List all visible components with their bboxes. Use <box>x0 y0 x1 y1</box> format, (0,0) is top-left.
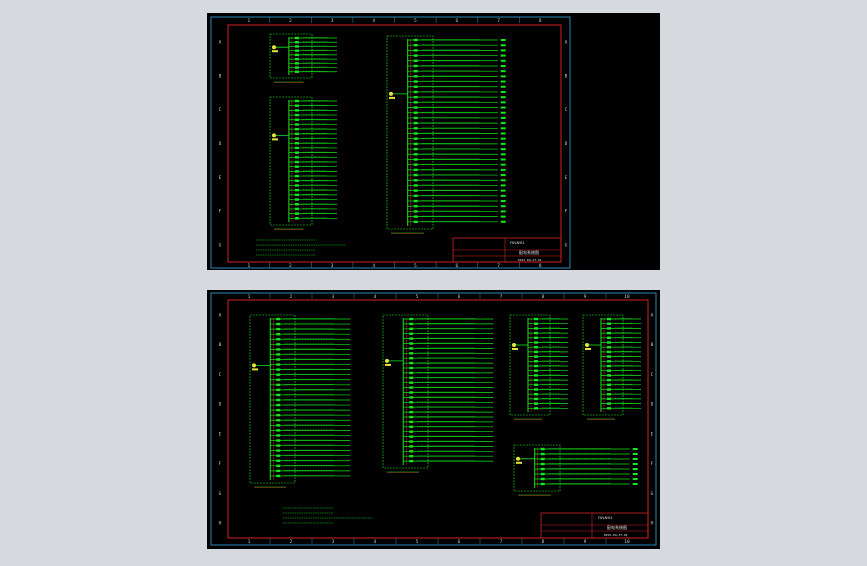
column-label: 2 <box>289 263 292 269</box>
column-label: 7 <box>497 263 500 269</box>
column-label: 5 <box>416 294 419 300</box>
row-label: E <box>219 431 222 437</box>
sheet-2-drawing-title: 配电系统图 <box>607 524 627 530</box>
row-label: D <box>219 141 222 147</box>
row-label: C <box>565 107 568 113</box>
sheet-1-company: FKVAHS1 <box>510 241 525 245</box>
column-label: 6 <box>456 18 459 24</box>
column-label: 9 <box>584 294 587 300</box>
column-label: 1 <box>248 539 251 545</box>
row-label: E <box>565 175 568 181</box>
row-label: G <box>651 491 654 497</box>
row-label: F <box>219 461 222 467</box>
sheet-1-drawing-number: DPZJ-DQ-XT-01 <box>518 258 542 262</box>
column-label: 1 <box>248 294 251 300</box>
column-label: 3 <box>331 18 334 24</box>
sheet-1-drawing-title: 配电系统图 <box>519 249 539 255</box>
row-label: B <box>651 342 654 348</box>
column-label: 5 <box>416 539 419 545</box>
row-label: B <box>219 73 222 79</box>
column-label: 2 <box>289 18 292 24</box>
row-label: F <box>651 461 654 467</box>
row-label: A <box>219 39 222 45</box>
column-label: 10 <box>624 294 630 300</box>
column-label: 5 <box>414 263 417 269</box>
column-label: 4 <box>374 539 377 545</box>
row-label: D <box>565 141 568 147</box>
column-label: 3 <box>332 539 335 545</box>
row-label: C <box>219 372 222 378</box>
row-label: C <box>651 372 654 378</box>
sheet-2-drawing-number: DPZJ-DQ-XT-02 <box>604 533 628 537</box>
column-label: 2 <box>290 294 293 300</box>
column-label: 7 <box>500 539 503 545</box>
column-label: 6 <box>456 263 459 269</box>
column-label: 1 <box>247 263 250 269</box>
row-label: G <box>219 243 222 249</box>
drawing-sheet-1: 1 2 3 4 5 6 7 8 1 2 3 4 5 6 7 8 A B C D E F G A B C D E F G FKVAHS… <box>207 13 660 270</box>
column-label: 10 <box>624 539 630 545</box>
column-label: 8 <box>539 263 542 269</box>
row-label: D <box>651 402 654 408</box>
row-label: C <box>219 107 222 113</box>
row-label: F <box>219 209 222 215</box>
sheet-1-column-labels-bottom: 1 2 3 4 5 6 7 8 <box>247 262 542 269</box>
row-label: G <box>219 491 222 497</box>
column-label: 4 <box>374 294 377 300</box>
row-label: H <box>219 521 222 527</box>
row-label: G <box>565 243 568 249</box>
column-label: 4 <box>372 263 375 269</box>
row-label: B <box>565 73 568 79</box>
cad-viewport[interactable]: 1 2 3 4 5 6 7 8 1 2 3 4 5 6 7 8 A B C D E F G A B C D E F G FKVAHS… <box>0 0 867 562</box>
column-label: 8 <box>539 18 542 24</box>
column-label: 8 <box>542 294 545 300</box>
drawing-sheet-2: 1 2 3 4 5 6 7 8 9 10 1 2 3 4 5 6 7 8 9 10 A B C D E F G H A B C D E F G… <box>207 290 660 549</box>
column-label: 6 <box>458 294 461 300</box>
sheet-2-company: FKVAHS1 <box>598 516 613 520</box>
row-label: A <box>219 312 222 318</box>
column-label: 3 <box>331 263 334 269</box>
column-label: 3 <box>332 294 335 300</box>
row-label: B <box>219 342 222 348</box>
row-label: E <box>651 431 654 437</box>
column-label: 9 <box>584 539 587 545</box>
column-label: 4 <box>372 18 375 24</box>
column-label: 8 <box>542 539 545 545</box>
row-label: A <box>651 312 654 318</box>
row-label: H <box>651 521 654 527</box>
sheet-1-column-labels-top: 1 2 3 4 5 6 7 8 <box>247 17 542 24</box>
column-label: 6 <box>458 539 461 545</box>
column-label: 7 <box>497 18 500 24</box>
column-label: 5 <box>414 18 417 24</box>
row-label: E <box>219 175 222 181</box>
row-label: F <box>565 209 568 215</box>
row-label: D <box>219 402 222 408</box>
column-label: 2 <box>290 539 293 545</box>
row-label: A <box>565 39 568 45</box>
column-label: 1 <box>247 18 250 24</box>
column-label: 7 <box>500 294 503 300</box>
